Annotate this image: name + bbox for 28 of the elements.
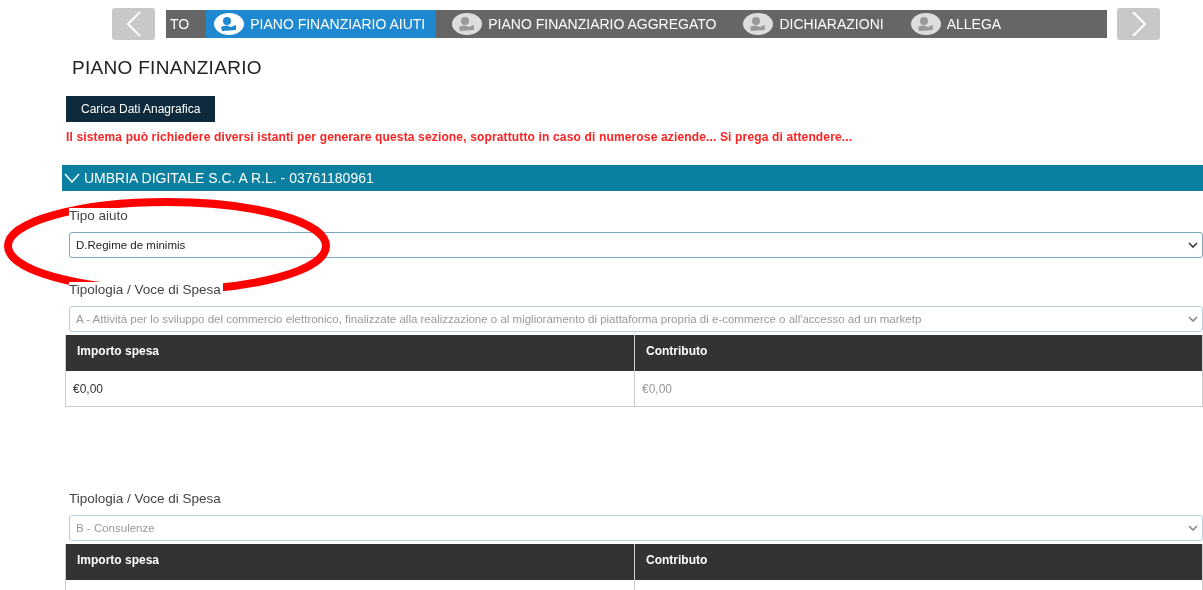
chevron-down-icon [1188,525,1198,531]
load-data-button[interactable]: Carica Dati Anagrafica [66,96,216,122]
page-title: PIANO FINANZIARIO [72,57,263,79]
column-header: Importo spesa [76,343,161,360]
previous-button[interactable] [112,8,155,40]
field-label: Tipologia / Voce di Spesa [69,491,223,507]
chevron-right-icon [1130,11,1147,37]
column-header: Importo spesa [76,552,161,569]
aid-type-select[interactable]: D.Regime de minimis [69,232,1203,258]
column-header: Contributo [634,335,1202,371]
warning-message: Il sistema può richiedere diversi istanti per generare questa sezione, soprattutto in caso di numerose aziende... Si prega di attendere... [66,130,854,144]
step-tab[interactable]: DICHIARAZIONI [735,10,895,38]
table-cell-text: €0,00 [72,381,105,398]
field-label: Tipologia / Voce di Spesa [69,282,223,298]
step-tab[interactable]: TO [166,10,201,38]
chevron-left-icon [125,11,142,37]
step-tab[interactable]: PIANO FINANZIARIO AIUTI [206,10,437,38]
company-title: UMBRIA DIGITALE S.C. A R.L. - 03761180961 [84,170,374,186]
table-cell: €0,00 [634,371,1202,406]
chevron-down-icon [64,173,80,183]
chevron-down-icon [1188,316,1198,322]
column-header: Contributo [634,544,1202,580]
chevron-down-icon [1188,242,1198,248]
step-tab[interactable]: ALLEGA [902,10,1002,38]
step-tab[interactable]: PIANO FINANZIARIO AGGREGATO [444,10,728,38]
next-button[interactable] [1117,8,1160,40]
company-accordion-header[interactable]: UMBRIA DIGITALE S.C. A R.L. - 03761180961 [62,165,1203,191]
field-label: Tipo aiuto [69,208,130,224]
